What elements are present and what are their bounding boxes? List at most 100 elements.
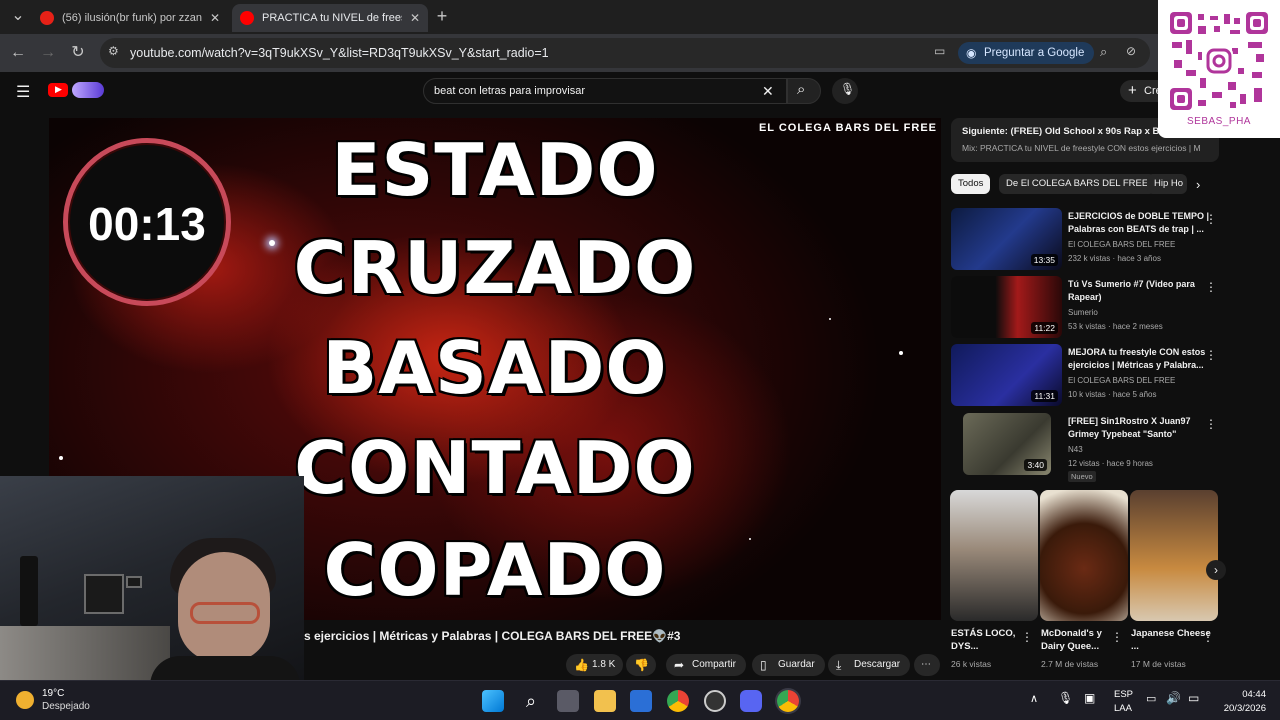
- share-button[interactable]: ➦ Compartir: [666, 654, 746, 676]
- chevron-right-icon[interactable]: ›: [1196, 177, 1200, 192]
- clock-time[interactable]: 04:44: [1228, 689, 1266, 700]
- device-icon[interactable]: ▣: [1084, 691, 1095, 705]
- reload-icon[interactable]: ↻: [68, 43, 88, 63]
- close-tab-icon[interactable]: ✕: [210, 11, 220, 25]
- obs-icon[interactable]: [704, 690, 726, 712]
- recommendation-meta: 10 k vistas · hace 5 años: [1068, 390, 1157, 399]
- keyboard-layout[interactable]: LAA: [1114, 703, 1132, 714]
- zoom-icon[interactable]: ⌕: [1100, 44, 1107, 60]
- task-view-icon[interactable]: [557, 690, 579, 712]
- temperature[interactable]: 19°C: [42, 688, 64, 699]
- ask-google-button[interactable]: ◉ Preguntar a Google: [958, 42, 1095, 64]
- browser-toolbar: ← → ↻ ⚙ youtube.com/watch?v=3qT9ukXSv_Y&…: [0, 34, 1280, 72]
- recommendation-title: Tú Vs Sumerio #7 (Video para Rapear): [1068, 279, 1195, 302]
- qr-code: [1170, 12, 1268, 110]
- recommendation-title: MEJORA tu freestyle CON estos ejercicios…: [1068, 347, 1206, 370]
- youtube-header: ☰ ▶ beat con letras para improvisar ✕ ⌕ …: [0, 72, 1280, 112]
- tab-search-icon[interactable]: ⌄: [8, 6, 28, 26]
- tab-2[interactable]: PRACTICA tu NIVEL de freestyle ✕: [232, 4, 428, 32]
- close-tab-icon[interactable]: ✕: [410, 11, 420, 25]
- glasses: [190, 602, 260, 624]
- tab-1[interactable]: (56) ilusión(br funk) por zzan7 ✕: [32, 4, 228, 32]
- site-info-icon[interactable]: ⚙: [108, 44, 119, 58]
- recommendation-channel: El COLEGA BARS DEL FREE: [1068, 240, 1176, 249]
- clock-date[interactable]: 20/3/2026: [1210, 703, 1266, 714]
- store-icon[interactable]: [630, 690, 652, 712]
- recommendation-title: EJERCICIOS de DOBLE TEMPO | Palabras con…: [1068, 211, 1210, 234]
- file-explorer-icon[interactable]: [594, 690, 616, 712]
- cast-icon[interactable]: ▭: [934, 44, 945, 58]
- voice-search-button[interactable]: 🎙: [832, 78, 858, 104]
- rhyme-word-2: CRUZADO: [293, 226, 697, 310]
- recommendation-item[interactable]: 3:40 [FREE] Sin1Rostro X Juan97 Grimey T…: [951, 413, 1219, 482]
- browser-tab-strip: ⌄ (56) ilusión(br funk) por zzan7 ✕ PRAC…: [0, 0, 1280, 34]
- recommendation-channel: Sumerio: [1068, 308, 1098, 317]
- instagram-qr-overlay: SEBAS_PHA: [1158, 0, 1280, 138]
- tab-2-title: PRACTICA tu NIVEL de freestyle: [262, 12, 402, 24]
- video-thumbnail: 11:22: [951, 276, 1062, 338]
- more-options-icon[interactable]: ⋮: [1205, 417, 1217, 431]
- tracking-blocked-icon[interactable]: ⊘: [1126, 44, 1136, 58]
- microphone-icon[interactable]: 🎙: [1058, 691, 1073, 705]
- battery-icon[interactable]: ▭: [1188, 691, 1199, 705]
- thumbs-down-icon: 👎: [634, 658, 649, 672]
- chrome-icon[interactable]: [667, 690, 689, 712]
- more-options-icon[interactable]: ⋮: [1021, 630, 1033, 644]
- search-button[interactable]: ⌕: [787, 78, 821, 104]
- short-title: ESTÁS LOCO, DYS...: [951, 628, 1016, 652]
- more-options-icon[interactable]: ⋮: [1202, 630, 1214, 644]
- more-options-icon[interactable]: ⋮: [1205, 212, 1217, 226]
- more-actions-button[interactable]: ⋯: [914, 654, 940, 676]
- back-icon[interactable]: ←: [8, 43, 28, 63]
- recommendation-item[interactable]: 11:22 Tú Vs Sumerio #7 (Video para Rapea…: [951, 276, 1219, 338]
- search-input[interactable]: beat con letras para improvisar ✕: [423, 78, 787, 104]
- more-options-icon[interactable]: ⋮: [1111, 630, 1123, 644]
- download-button[interactable]: ⤓ Descargar: [828, 654, 911, 676]
- address-bar[interactable]: ⚙ youtube.com/watch?v=3qT9ukXSv_Y&list=R…: [100, 38, 1150, 68]
- menu-icon[interactable]: ☰: [16, 82, 30, 102]
- volume-icon[interactable]: 🔊: [1166, 691, 1181, 705]
- new-tab-icon[interactable]: +: [432, 6, 452, 26]
- short-thumbnail[interactable]: [950, 490, 1038, 621]
- dislike-button[interactable]: 👎: [626, 654, 656, 676]
- doodle-logo-icon[interactable]: [72, 82, 104, 98]
- short-thumbnail[interactable]: [1040, 490, 1128, 621]
- show-hidden-icons[interactable]: ∧: [1030, 692, 1038, 705]
- recommendation-title: [FREE] Sin1Rostro X Juan97 Grimey Typebe…: [1068, 416, 1191, 439]
- more-options-icon[interactable]: ⋮: [1205, 348, 1217, 362]
- network-icon[interactable]: ▭: [1146, 692, 1156, 705]
- recommendation-channel: El COLEGA BARS DEL FREE: [1068, 376, 1176, 385]
- like-button[interactable]: 👍 1.8 K: [566, 654, 624, 676]
- star: [829, 318, 831, 320]
- short-thumbnail[interactable]: [1130, 490, 1218, 621]
- download-label: Descargar: [854, 659, 901, 670]
- clear-search-icon[interactable]: ✕: [762, 83, 774, 100]
- forward-icon[interactable]: →: [38, 43, 58, 63]
- chip-all[interactable]: Todos: [951, 174, 991, 194]
- up-next-subtitle: Mix: PRACTICA tu NIVEL de freestyle CON …: [962, 143, 1201, 153]
- discord-icon[interactable]: [740, 690, 762, 712]
- recommendation-meta: 232 k vistas · hace 3 años: [1068, 254, 1161, 263]
- recommendation-item[interactable]: 11:31 MEJORA tu freestyle CON estos ejer…: [951, 344, 1219, 406]
- ask-google-label: Preguntar a Google: [984, 47, 1085, 59]
- shorts-next-icon[interactable]: ›: [1206, 560, 1226, 580]
- chrome-active-icon[interactable]: [777, 690, 799, 712]
- chip-hiphop[interactable]: Hip Ho: [1147, 174, 1187, 194]
- search-icon[interactable]: ⌕: [520, 690, 542, 712]
- chip-channel[interactable]: De El COLEGA BARS DEL FREE: [999, 174, 1156, 194]
- youtube-logo-icon[interactable]: ▶: [48, 83, 68, 97]
- duration-badge: 11:31: [1031, 390, 1058, 402]
- windows-start-icon[interactable]: [482, 690, 504, 712]
- rhyme-word-1: ESTADO: [331, 128, 659, 212]
- language-code[interactable]: ESP: [1114, 689, 1133, 700]
- more-icon: ⋯: [921, 659, 931, 670]
- more-options-icon[interactable]: ⋮: [1205, 280, 1217, 294]
- windows-taskbar: 19°C Despejado ⌕ ∧ 🎙 ▣ ESP LAA ▭ 🔊 ▭ 04:…: [0, 680, 1280, 720]
- weather-condition[interactable]: Despejado: [42, 701, 90, 712]
- google-lens-icon: ◉: [966, 46, 977, 60]
- recommendation-item[interactable]: 13:35 EJERCICIOS de DOBLE TEMPO | Palabr…: [951, 208, 1219, 270]
- save-button[interactable]: ▯ Guardar: [752, 654, 825, 676]
- moon-weather-icon[interactable]: [16, 691, 34, 709]
- share-label: Compartir: [692, 659, 736, 670]
- duration-badge: 11:22: [1031, 322, 1058, 334]
